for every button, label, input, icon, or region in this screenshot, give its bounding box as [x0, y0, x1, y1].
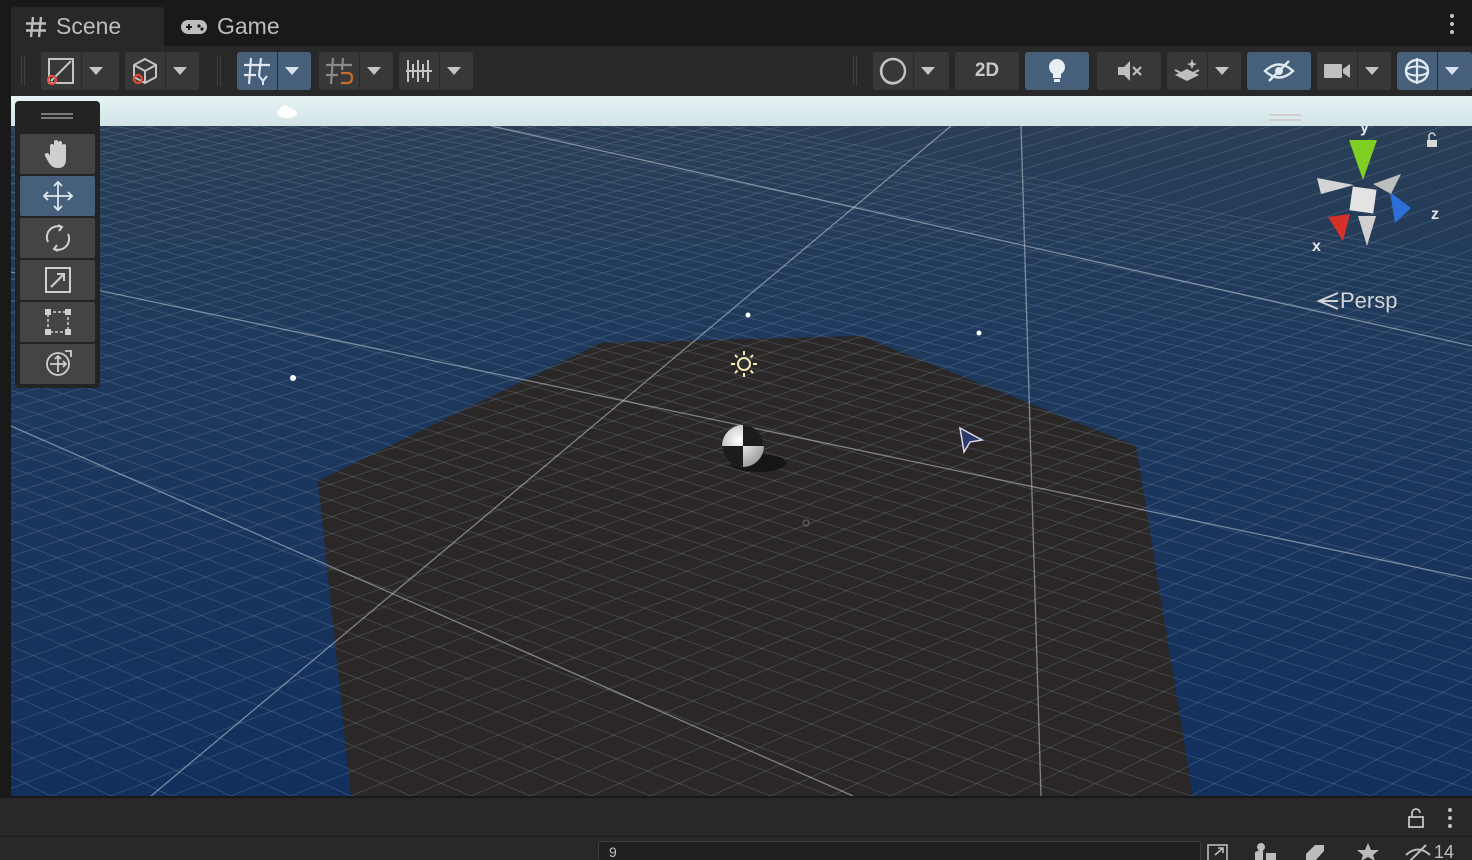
rotate-icon [45, 224, 70, 252]
render-mode-chevron-down-icon[interactable] [165, 52, 193, 90]
effects-chevron-down-icon[interactable] [1207, 52, 1235, 90]
gamepad-icon [181, 19, 207, 34]
toolbar-separator [21, 56, 25, 86]
render-mode-dropdown[interactable] [125, 52, 199, 90]
layers-effects-icon [1174, 59, 1200, 81]
scene-viewport[interactable] [11, 96, 1472, 796]
speaker-muted-icon [1118, 61, 1142, 81]
effects-dropdown[interactable] [1167, 52, 1241, 90]
shapes-filter-icon[interactable] [1253, 843, 1277, 860]
lighting-toggle[interactable] [1025, 52, 1089, 90]
tools-drag-handle[interactable] [41, 113, 73, 119]
lock-icon[interactable] [1407, 808, 1425, 828]
move-icon [42, 180, 73, 212]
increment-snap-dropdown[interactable] [399, 52, 473, 90]
hash-icon [26, 16, 46, 37]
eye-hidden-icon[interactable] [1404, 843, 1432, 860]
sphere-shading-icon [879, 57, 907, 85]
projection-toggle[interactable]: Persp [1316, 288, 1397, 314]
bottom-panel-header [0, 796, 1472, 836]
rotate-tool-button[interactable] [20, 218, 95, 258]
grid-snap-icon [326, 57, 354, 85]
hand-tool-button[interactable] [20, 134, 95, 174]
scale-icon [44, 267, 71, 293]
scene-point-marker [976, 330, 982, 336]
gizmo-z-label: z [1431, 206, 1439, 223]
grid-chevron-down-icon[interactable] [277, 52, 305, 90]
overlay-menu-icon[interactable] [1269, 114, 1301, 121]
2d-mode-toggle[interactable]: 2D [955, 52, 1019, 90]
grid-y-icon [244, 57, 270, 85]
projection-label: Persp [1340, 288, 1398, 313]
hidden-count: 14 [1434, 842, 1455, 860]
shading-mode-dropdown[interactable] [873, 52, 949, 90]
draw-mode-dropdown[interactable] [41, 52, 119, 90]
video-camera-icon [1324, 64, 1350, 78]
tab-bar: Scene Game [0, 0, 1472, 46]
transform-tool-button[interactable] [20, 344, 95, 384]
audio-toggle[interactable] [1097, 52, 1161, 90]
lightbulb-icon [1049, 59, 1065, 82]
gizmos-chevron-down-icon[interactable] [1437, 52, 1465, 90]
rect-tool-button[interactable] [20, 302, 95, 342]
rect-icon [44, 309, 71, 335]
gizmos-dropdown[interactable] [1397, 52, 1472, 90]
camera-chevron-down-icon[interactable] [1357, 52, 1385, 90]
label-tag-icon[interactable] [1304, 843, 1326, 860]
toolbar-separator [853, 56, 857, 86]
draw-mode-chevron-down-icon[interactable] [81, 52, 109, 90]
grid-visibility-toggle[interactable] [237, 52, 311, 90]
star-icon[interactable] [1356, 843, 1380, 860]
grid-snap-chevron-down-icon[interactable] [359, 52, 387, 90]
ruler-icon [406, 60, 432, 82]
gizmo-x-label: x [1312, 238, 1321, 255]
toolbar-separator [217, 56, 221, 86]
scene-toolbar: 2D [11, 46, 1472, 96]
tab-scene[interactable]: Scene [11, 7, 164, 46]
tools-overlay [15, 101, 100, 388]
scene-canvas[interactable] [11, 96, 1472, 796]
open-window-icon[interactable] [1207, 843, 1229, 860]
hand-icon [44, 140, 66, 168]
shading-chevron-down-icon[interactable] [913, 52, 941, 90]
search-input[interactable]: 9 [598, 841, 1201, 860]
panel-more-menu-icon[interactable] [1448, 808, 1454, 830]
cube-icon [132, 57, 157, 85]
increment-snap-chevron-down-icon[interactable] [439, 52, 467, 90]
skybox [11, 96, 1472, 130]
gizmo-globe-icon [1404, 58, 1430, 84]
perspective-icon [1316, 292, 1339, 310]
tab-more-menu-icon[interactable] [1450, 14, 1456, 36]
eye-hidden-icon [1263, 60, 1295, 82]
grid-snapping-toggle[interactable] [319, 52, 393, 90]
2d-mode-label: 2D [974, 60, 1000, 81]
gizmo-y-label: y [1360, 119, 1369, 136]
tab-scene-label: Scene [56, 13, 122, 39]
camera-settings-dropdown[interactable] [1317, 52, 1391, 90]
tab-game[interactable]: Game [180, 7, 310, 46]
tab-game-label: Game [217, 13, 280, 39]
scene-visibility-toggle[interactable] [1247, 52, 1311, 90]
scale-tool-button[interactable] [20, 260, 95, 300]
scene-point-marker [745, 312, 751, 318]
sphere-object[interactable] [722, 425, 764, 467]
move-tool-button[interactable] [20, 176, 95, 216]
draw-mode-icon [46, 58, 74, 86]
transform-icon [45, 350, 72, 376]
scene-point-marker [290, 375, 296, 381]
